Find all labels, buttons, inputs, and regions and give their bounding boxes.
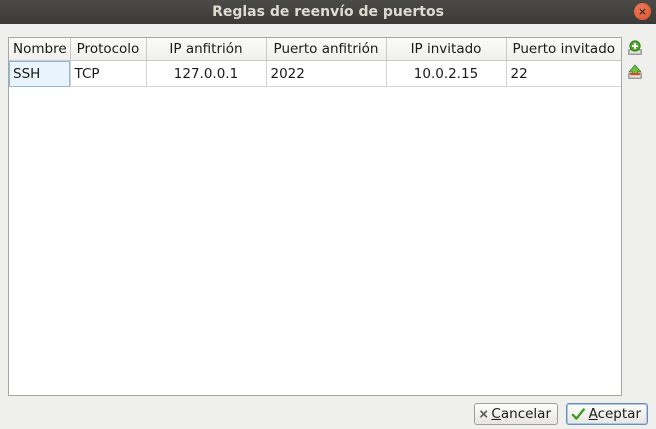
column-header-puerto-invitado[interactable]: Puerto invitado [506,38,621,61]
table-row[interactable]: SSH TCP 127.0.0.1 2022 10.0.2.15 22 [9,60,621,87]
column-header-puerto-anfitrion[interactable]: Puerto anfitrión [266,38,387,61]
cell-puerto-invitado[interactable]: 22 [506,60,621,87]
dialog-footer: Cancelar Aceptar [0,403,656,427]
title-bar: Reglas de reenvío de puertos × [0,0,656,24]
rules-table: Nombre Protocolo IP anfitrión Puerto anf… [9,38,621,87]
accept-button[interactable]: Aceptar [566,403,648,425]
accept-label: Aceptar [588,406,641,422]
column-header-ip-invitado[interactable]: IP invitado [386,38,507,61]
cell-puerto-anfitrion[interactable]: 2022 [266,60,387,87]
rules-table-frame: Nombre Protocolo IP anfitrión Puerto anf… [8,37,622,396]
cancel-icon [480,410,488,418]
column-header-protocolo[interactable]: Protocolo [70,38,147,61]
close-icon: × [637,5,648,18]
cancel-button[interactable]: Cancelar [474,403,558,425]
cancel-label: Cancelar [491,406,551,422]
window-title: Reglas de reenvío de puertos [212,4,444,20]
close-button[interactable]: × [634,3,651,20]
column-header-ip-anfitrion[interactable]: IP anfitrión [146,38,267,61]
cell-ip-invitado[interactable]: 10.0.2.15 [386,60,507,87]
remove-rule-icon[interactable] [627,64,643,80]
add-rule-icon[interactable] [627,40,643,56]
rule-actions [627,40,645,88]
column-header-nombre[interactable]: Nombre [9,38,71,61]
table-header-row: Nombre Protocolo IP anfitrión Puerto anf… [9,38,621,61]
check-icon [571,408,585,420]
cell-protocolo[interactable]: TCP [70,60,147,87]
cell-ip-anfitrion[interactable]: 127.0.0.1 [146,60,267,87]
cell-nombre[interactable]: SSH [9,60,71,87]
